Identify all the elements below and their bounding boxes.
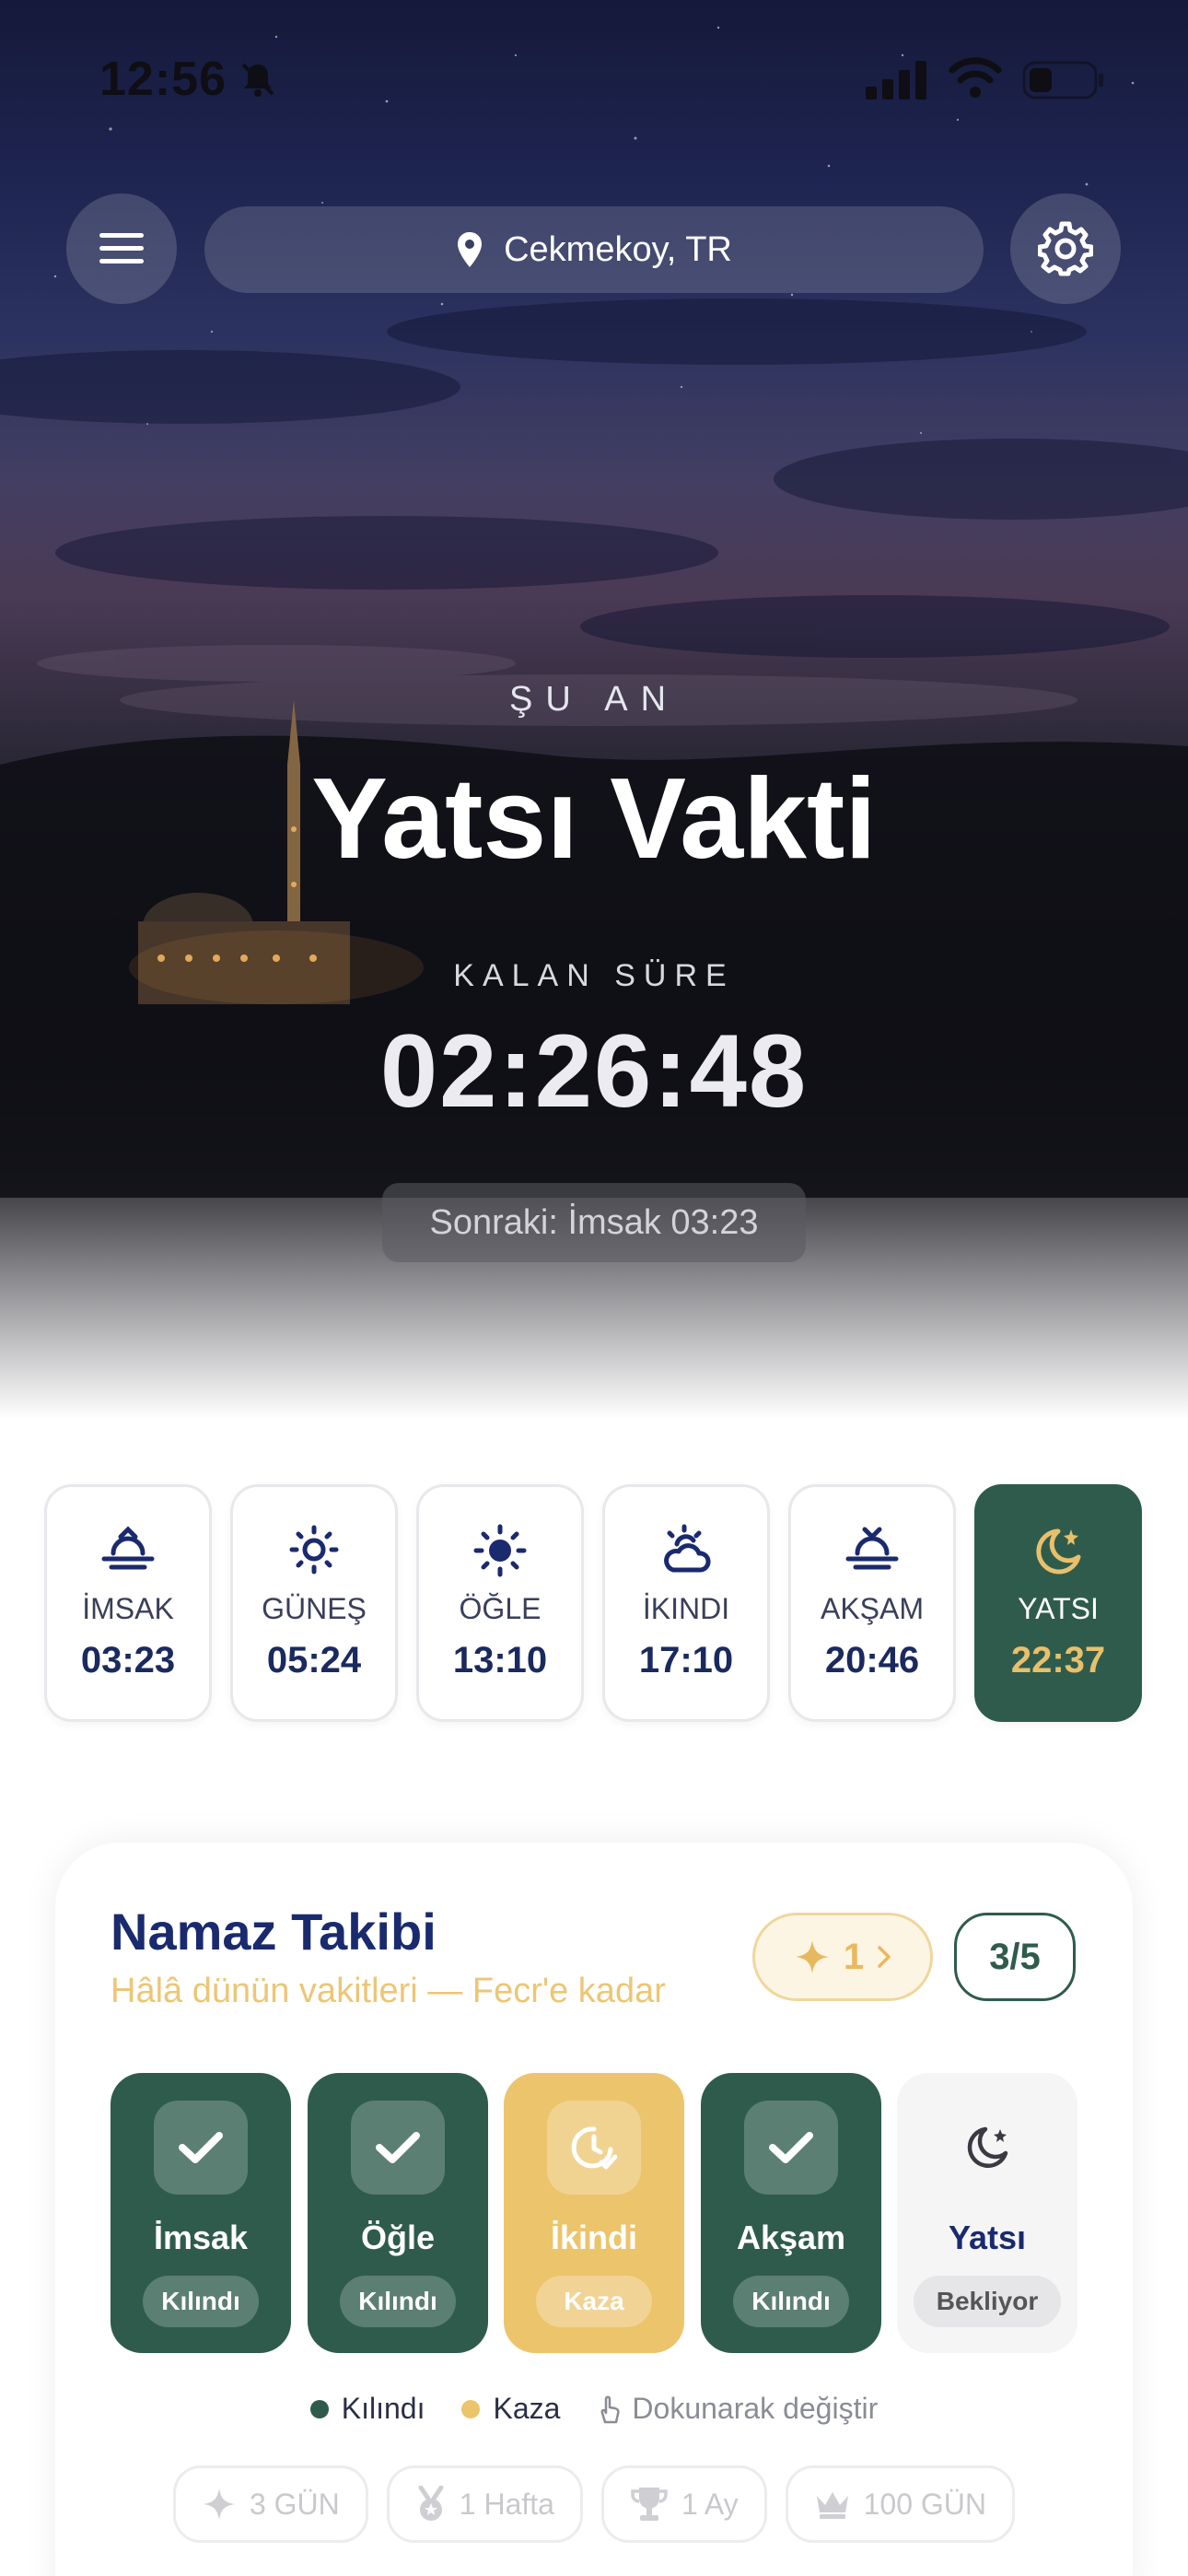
cloud-sun-icon bbox=[664, 1524, 711, 1573]
prayer-tile-name: İmsak bbox=[153, 2219, 249, 2256]
legend-hint-label: Dokunarak değiştir bbox=[632, 2392, 879, 2425]
time-card-aksam[interactable]: AKŞAM 20:46 bbox=[788, 1484, 956, 1722]
time-card-name: AKŞAM bbox=[820, 1592, 925, 1625]
time-card-time: 22:37 bbox=[1010, 1640, 1106, 1680]
legend-done: Kılındı bbox=[309, 2392, 425, 2426]
time-card-ogle[interactable]: ÖĞLE 13:10 bbox=[416, 1484, 584, 1722]
badge-label: 1 Hafta bbox=[459, 2487, 554, 2521]
green-dot-icon bbox=[309, 2399, 329, 2418]
clock-check-icon bbox=[571, 2126, 618, 2170]
countdown-timer: 02:26:48 bbox=[379, 1013, 809, 1129]
prayer-tile-ikindi[interactable]: İkindi Kaza bbox=[504, 2073, 684, 2353]
achievement-badges: 3 GÜN 1 Hafta 1 Ay 100 GÜN bbox=[55, 2465, 1133, 2543]
crown-icon bbox=[816, 2492, 848, 2519]
hero-section: 12:56 Cekmekoy, TR ŞU AN Yatsı Vakti KAL… bbox=[0, 0, 1188, 1419]
time-card-imsak[interactable]: İMSAK 03:23 bbox=[44, 1484, 212, 1722]
clock: 12:56 bbox=[99, 53, 227, 106]
next-prayer-pill: Sonraki: İmsak 03:23 bbox=[382, 1183, 806, 1262]
badge-label: 3 GÜN bbox=[249, 2487, 340, 2521]
medal-icon bbox=[418, 2486, 444, 2521]
prayer-tile-name: Akşam bbox=[736, 2219, 846, 2256]
prayer-tile-status: Kılındı bbox=[733, 2276, 849, 2327]
legend-hint: Dokunarak değiştir bbox=[597, 2392, 878, 2426]
now-label: ŞU AN bbox=[508, 680, 680, 719]
prayer-times-row: İMSAK 03:23 GÜNEŞ 05:24 ÖĞLE 13:10 İKIND… bbox=[44, 1484, 1144, 1722]
bell-muted-icon bbox=[241, 63, 274, 97]
settings-button[interactable] bbox=[1010, 193, 1121, 304]
hamburger-icon bbox=[99, 233, 144, 263]
streak-count: 1 bbox=[843, 1936, 865, 1977]
time-card-name: İKINDI bbox=[642, 1592, 730, 1625]
tracker-legend: Kılındı Kaza Dokunarak değiştir bbox=[55, 2392, 1133, 2426]
time-card-name: ÖĞLE bbox=[459, 1592, 542, 1625]
prayer-tracker-panel: Namaz Takibi Hâlâ dünün vakitleri — Fecr… bbox=[55, 1843, 1133, 2576]
tracker-title: Namaz Takibi bbox=[111, 1903, 437, 1961]
tap-hand-icon bbox=[600, 2395, 621, 2423]
wifi-icon bbox=[949, 57, 1002, 98]
prayer-tile-name: İkindi bbox=[550, 2219, 637, 2256]
time-card-name: İMSAK bbox=[82, 1592, 174, 1625]
sun-icon bbox=[473, 1524, 527, 1577]
check-icon bbox=[179, 2132, 223, 2163]
time-card-ikindi[interactable]: İKINDI 17:10 bbox=[602, 1484, 770, 1722]
time-card-time: 03:23 bbox=[80, 1640, 176, 1680]
badge-1-week[interactable]: 1 Hafta bbox=[386, 2465, 583, 2543]
prayer-tile-name: Öğle bbox=[360, 2219, 435, 2256]
location-selector[interactable]: Cekmekoy, TR bbox=[204, 206, 984, 293]
time-card-gunes[interactable]: GÜNEŞ 05:24 bbox=[230, 1484, 398, 1722]
sunset-icon bbox=[845, 1527, 899, 1570]
sparkle-icon bbox=[795, 1940, 829, 1973]
time-card-time: 05:24 bbox=[266, 1640, 362, 1680]
tracker-subtitle: Hâlâ dünün vakitleri — Fecr'e kadar bbox=[111, 1972, 666, 2010]
battery-icon bbox=[1022, 61, 1103, 100]
sunrise-icon bbox=[101, 1526, 155, 1570]
prayer-tile-status: Bekliyor bbox=[914, 2276, 1061, 2327]
sun-outline-icon bbox=[289, 1525, 339, 1575]
check-icon bbox=[769, 2132, 813, 2163]
completed-count-badge: 3/5 bbox=[954, 1913, 1076, 2001]
badge-label: 100 GÜN bbox=[863, 2487, 987, 2521]
prayer-tile-status: Kılındı bbox=[340, 2276, 456, 2327]
badge-100-days[interactable]: 100 GÜN bbox=[785, 2465, 1016, 2543]
time-card-name: GÜNEŞ bbox=[262, 1592, 367, 1625]
trophy-icon bbox=[631, 2488, 668, 2521]
gear-icon bbox=[1038, 221, 1093, 276]
prayer-tile-status: Kılındı bbox=[143, 2276, 259, 2327]
moon-star-icon bbox=[967, 2126, 1008, 2169]
legend-done-label: Kılındı bbox=[341, 2392, 425, 2425]
badge-1-month[interactable]: 1 Ay bbox=[600, 2465, 767, 2543]
location-label: Cekmekoy, TR bbox=[504, 229, 732, 269]
prayer-tile-name: Yatsı bbox=[948, 2219, 1027, 2256]
legend-kaza: Kaza bbox=[461, 2392, 560, 2426]
prayer-tile-ogle[interactable]: Öğle Kılındı bbox=[308, 2073, 488, 2353]
prayer-tile-yatsi[interactable]: Yatsı Bekliyor bbox=[897, 2073, 1077, 2353]
location-pin-icon bbox=[458, 232, 483, 267]
moon-star-icon bbox=[1036, 1528, 1081, 1575]
signal-icon bbox=[866, 61, 926, 100]
yellow-dot-icon bbox=[461, 2399, 481, 2418]
legend-kaza-label: Kaza bbox=[493, 2392, 561, 2425]
chevron-right-icon bbox=[878, 1946, 891, 1968]
time-card-time: 17:10 bbox=[638, 1640, 734, 1680]
time-card-yatsi[interactable]: YATSI 22:37 bbox=[974, 1484, 1142, 1722]
time-card-time: 13:10 bbox=[452, 1640, 548, 1680]
remaining-label: KALAN SÜRE bbox=[453, 958, 735, 993]
sparkle-icon bbox=[203, 2488, 236, 2521]
prayer-tile-aksam[interactable]: Akşam Kılındı bbox=[701, 2073, 881, 2353]
current-prayer-title: Yatsı Vakti bbox=[311, 755, 877, 883]
check-icon bbox=[376, 2132, 420, 2163]
badge-3-days[interactable]: 3 GÜN bbox=[172, 2465, 368, 2543]
streak-button[interactable]: 1 bbox=[752, 1913, 933, 2001]
prayer-tile-imsak[interactable]: İmsak Kılındı bbox=[111, 2073, 291, 2353]
status-bar: 12:56 bbox=[0, 0, 1188, 157]
time-card-name: YATSI bbox=[1018, 1592, 1099, 1625]
time-card-time: 20:46 bbox=[824, 1640, 920, 1680]
badge-label: 1 Ay bbox=[681, 2487, 739, 2521]
prayer-tile-status: Kaza bbox=[536, 2276, 652, 2327]
menu-button[interactable] bbox=[66, 193, 177, 304]
